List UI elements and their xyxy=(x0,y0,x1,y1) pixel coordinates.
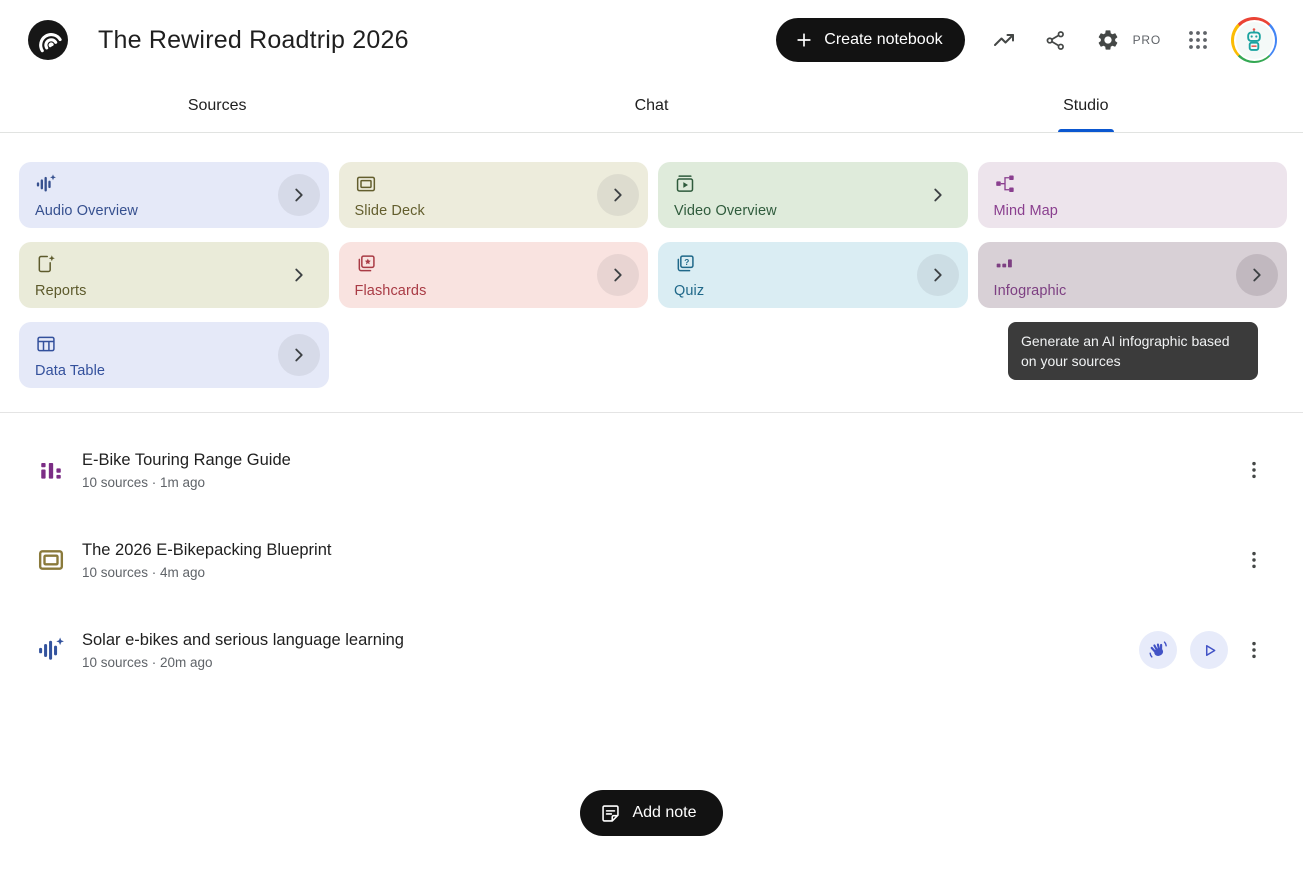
slide-deck-icon xyxy=(355,174,377,194)
trending-up-icon xyxy=(992,28,1016,52)
notebooklm-logo-icon xyxy=(28,20,68,60)
note-icon xyxy=(600,803,621,824)
card-slide-deck[interactable]: Slide Deck xyxy=(339,162,649,228)
chevron-right-icon[interactable] xyxy=(597,174,639,216)
tab-chat[interactable]: Chat xyxy=(434,80,868,132)
more-options-button[interactable] xyxy=(1241,541,1267,579)
report-sparkle-icon xyxy=(35,254,57,274)
chevron-right-icon[interactable] xyxy=(278,334,320,376)
artifact-row-slide-deck[interactable]: The 2026 E-Bikepacking Blueprint 10 sour… xyxy=(0,515,1303,605)
interactive-mode-button[interactable] xyxy=(1139,631,1177,669)
tab-studio-label: Studio xyxy=(1063,97,1108,115)
play-icon xyxy=(1200,641,1219,660)
header: The Rewired Roadtrip 2026 Create noteboo… xyxy=(0,0,1303,80)
chevron-right-icon[interactable] xyxy=(917,174,959,216)
infographic-bars-icon xyxy=(994,254,1016,274)
settings-button[interactable] xyxy=(1085,17,1131,63)
card-label: Slide Deck xyxy=(355,203,597,219)
artifact-list: E-Bike Touring Range Guide 10 sources · … xyxy=(0,413,1303,695)
kebab-menu-icon xyxy=(1243,459,1265,481)
create-notebook-button[interactable]: Create notebook xyxy=(776,18,964,62)
data-table-icon xyxy=(35,334,57,354)
card-label: Video Overview xyxy=(674,203,916,219)
mind-map-icon xyxy=(994,174,1016,194)
audio-waveform-sparkle-icon xyxy=(38,637,64,663)
artifact-actions xyxy=(1241,541,1267,579)
artifact-title: The 2026 E-Bikepacking Blueprint xyxy=(82,541,331,560)
card-label: Flashcards xyxy=(355,283,597,299)
artifact-meta: 10 sources · 4m ago xyxy=(82,565,331,580)
tab-sources-label: Sources xyxy=(188,97,247,115)
play-audio-button[interactable] xyxy=(1190,631,1228,669)
robot-icon xyxy=(1240,26,1268,54)
chevron-right-icon[interactable] xyxy=(278,174,320,216)
plus-icon xyxy=(794,30,814,50)
notebook-title[interactable]: The Rewired Roadtrip 2026 xyxy=(98,26,409,55)
infographic-tooltip: Generate an AI infographic based on your… xyxy=(1008,322,1258,380)
card-infographic[interactable]: Infographic xyxy=(978,242,1288,308)
analytics-button[interactable] xyxy=(981,17,1027,63)
card-label: Reports xyxy=(35,283,277,299)
google-apps-button[interactable] xyxy=(1175,17,1221,63)
artifact-meta: 10 sources · 1m ago xyxy=(82,475,291,490)
notebooklm-page: The Rewired Roadtrip 2026 Create noteboo… xyxy=(0,0,1303,887)
add-note-button[interactable]: Add note xyxy=(580,790,722,836)
apps-grid-icon xyxy=(1186,28,1210,52)
slide-deck-icon xyxy=(38,547,64,573)
card-label: Data Table xyxy=(35,363,277,379)
card-reports[interactable]: Reports xyxy=(19,242,329,308)
artifact-title: Solar e-bikes and serious language learn… xyxy=(82,631,404,650)
artifact-actions xyxy=(1139,631,1267,669)
card-label: Infographic xyxy=(994,283,1236,299)
pro-plan-badge: PRO xyxy=(1133,33,1161,47)
card-mind-map[interactable]: Mind Map xyxy=(978,162,1288,228)
header-actions: Create notebook xyxy=(776,17,1277,63)
chevron-right-icon[interactable] xyxy=(1236,254,1278,296)
active-tab-underline xyxy=(1058,129,1114,132)
audio-waveform-sparkle-icon xyxy=(35,174,57,194)
chevron-right-icon[interactable] xyxy=(597,254,639,296)
card-audio-overview[interactable]: Audio Overview xyxy=(19,162,329,228)
share-button[interactable] xyxy=(1033,17,1079,63)
notebooklm-logo[interactable] xyxy=(28,20,68,60)
card-flashcards[interactable]: Flashcards xyxy=(339,242,649,308)
card-label: Audio Overview xyxy=(35,203,277,219)
flashcards-star-icon xyxy=(355,254,377,274)
tab-chat-label: Chat xyxy=(635,97,669,115)
tab-studio[interactable]: Studio xyxy=(869,80,1303,132)
artifact-row-audio[interactable]: Solar e-bikes and serious language learn… xyxy=(0,605,1303,695)
artifact-actions xyxy=(1241,451,1267,489)
create-notebook-label: Create notebook xyxy=(824,31,942,49)
artifact-text: The 2026 E-Bikepacking Blueprint 10 sour… xyxy=(82,541,331,580)
settings-gear-icon xyxy=(1096,28,1120,52)
kebab-menu-icon xyxy=(1243,549,1265,571)
avatar-robot-image xyxy=(1234,20,1275,61)
card-label: Mind Map xyxy=(994,203,1236,219)
card-quiz[interactable]: ? Quiz xyxy=(658,242,968,308)
svg-text:?: ? xyxy=(684,257,689,267)
more-options-button[interactable] xyxy=(1241,631,1267,669)
card-video-overview[interactable]: Video Overview xyxy=(658,162,968,228)
quiz-cards-icon: ? xyxy=(674,254,696,274)
chevron-right-icon[interactable] xyxy=(278,254,320,296)
account-avatar[interactable] xyxy=(1231,17,1277,63)
card-label: Quiz xyxy=(674,283,916,299)
add-note-label: Add note xyxy=(632,804,696,822)
chevron-right-icon[interactable] xyxy=(917,254,959,296)
artifact-meta: 10 sources · 20m ago xyxy=(82,655,404,670)
tabbar: Sources Chat Studio xyxy=(0,80,1303,133)
infographic-chart-icon xyxy=(38,457,64,483)
more-options-button[interactable] xyxy=(1241,451,1267,489)
artifact-title: E-Bike Touring Range Guide xyxy=(82,451,291,470)
tab-sources[interactable]: Sources xyxy=(0,80,434,132)
addnote-container: Add note xyxy=(0,790,1303,836)
artifact-row-infographic[interactable]: E-Bike Touring Range Guide 10 sources · … xyxy=(0,425,1303,515)
artifact-text: Solar e-bikes and serious language learn… xyxy=(82,631,404,670)
interactive-mode-hand-icon xyxy=(1148,640,1168,660)
card-data-table[interactable]: Data Table xyxy=(19,322,329,388)
artifact-text: E-Bike Touring Range Guide 10 sources · … xyxy=(82,451,291,490)
video-overview-icon xyxy=(674,174,696,194)
share-icon xyxy=(1044,29,1067,52)
kebab-menu-icon xyxy=(1243,639,1265,661)
